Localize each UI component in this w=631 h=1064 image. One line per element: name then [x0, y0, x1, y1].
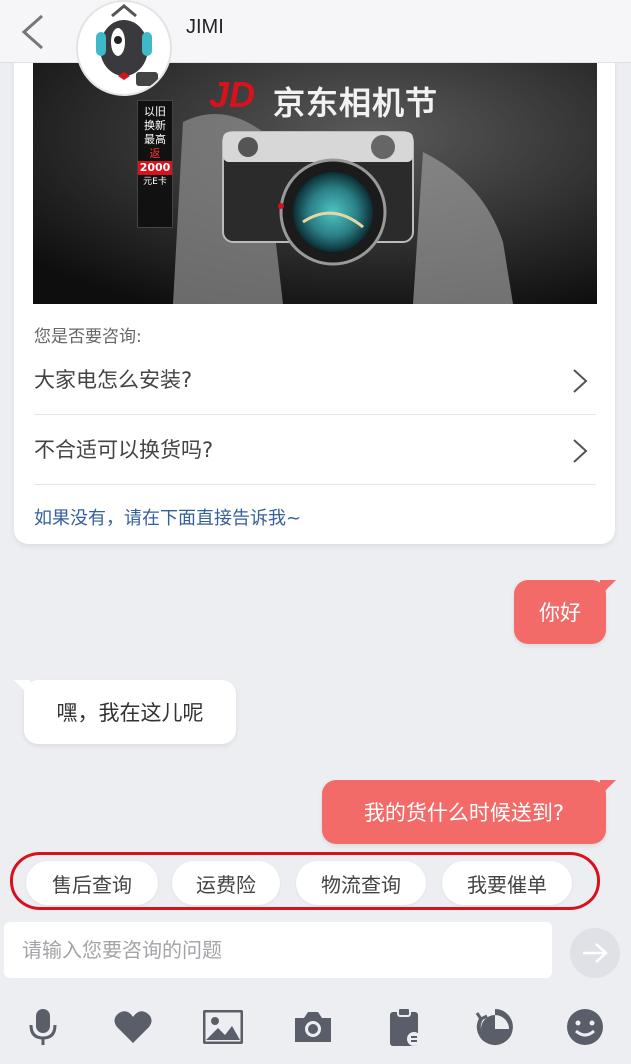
faq-item-label: 大家电怎么安装?: [34, 368, 193, 392]
image-icon[interactable]: [200, 1004, 246, 1050]
side-tag-line: 以旧: [144, 105, 166, 118]
side-tag-line: 元E卡: [143, 177, 167, 187]
input-toolbar: [0, 990, 631, 1064]
emoji-icon[interactable]: [562, 1004, 608, 1050]
send-button[interactable]: [570, 928, 620, 978]
chat-title: JIMI: [186, 16, 224, 38]
user-message-bubble: 你好: [514, 580, 606, 644]
quick-reply-chip[interactable]: 我要催单: [442, 861, 572, 905]
arrow-right-icon: [583, 943, 608, 963]
microphone-icon[interactable]: [20, 1004, 66, 1050]
message-text: 我的货什么时候送到?: [363, 801, 565, 825]
side-tag-line: 2000: [138, 161, 172, 175]
banner-event-title: 京东相机节: [273, 84, 439, 122]
promo-banner[interactable]: 以旧 换新 最高 返 2000 元E卡 JD 京东相机节: [33, 62, 597, 304]
quick-reply-chip[interactable]: 物流查询: [296, 861, 426, 905]
bubble-tail: [14, 680, 30, 696]
bot-message-bubble: 嘿，我在这儿呢: [24, 680, 236, 744]
side-tag-line: 最高: [144, 133, 166, 146]
message-input[interactable]: [4, 922, 552, 978]
history-icon[interactable]: [472, 1004, 518, 1050]
side-tag-line: 返: [149, 147, 161, 160]
banner-brand: JD: [209, 74, 255, 116]
avatar[interactable]: [76, 0, 172, 96]
user-message-bubble: 我的货什么时候送到?: [322, 780, 606, 844]
chevron-right-icon: [573, 369, 588, 393]
faq-item[interactable]: 不合适可以换货吗?: [34, 416, 596, 485]
side-tag-line: 换新: [144, 119, 166, 132]
back-arrow-icon[interactable]: [16, 12, 48, 52]
promo-side-tag: 以旧 换新 最高 返 2000 元E卡: [137, 100, 173, 228]
quick-reply-chip[interactable]: 售后查询: [26, 861, 158, 905]
robot-mascot-icon: [80, 4, 168, 92]
consult-label: 您是否要咨询:: [34, 327, 142, 347]
faq-item[interactable]: 大家电怎么安装?: [34, 346, 596, 415]
brand-text: JD: [209, 74, 256, 115]
clipboard-icon[interactable]: [382, 1004, 428, 1050]
message-text: 你好: [539, 601, 581, 625]
camera-icon[interactable]: [290, 1004, 336, 1050]
bubble-tail: [600, 580, 616, 596]
chevron-right-icon: [573, 439, 588, 463]
quick-reply-chip[interactable]: 运费险: [172, 861, 280, 905]
card-hint-link[interactable]: 如果没有，请在下面直接告诉我~: [34, 504, 301, 530]
message-text: 嘿，我在这儿呢: [56, 701, 204, 725]
bubble-tail: [600, 780, 616, 796]
suggestion-card: 以旧 换新 最高 返 2000 元E卡 JD 京东相机节 您是否要咨询: 大家电…: [14, 48, 615, 544]
heart-icon[interactable]: [110, 1004, 156, 1050]
faq-item-label: 不合适可以换货吗?: [34, 438, 214, 462]
